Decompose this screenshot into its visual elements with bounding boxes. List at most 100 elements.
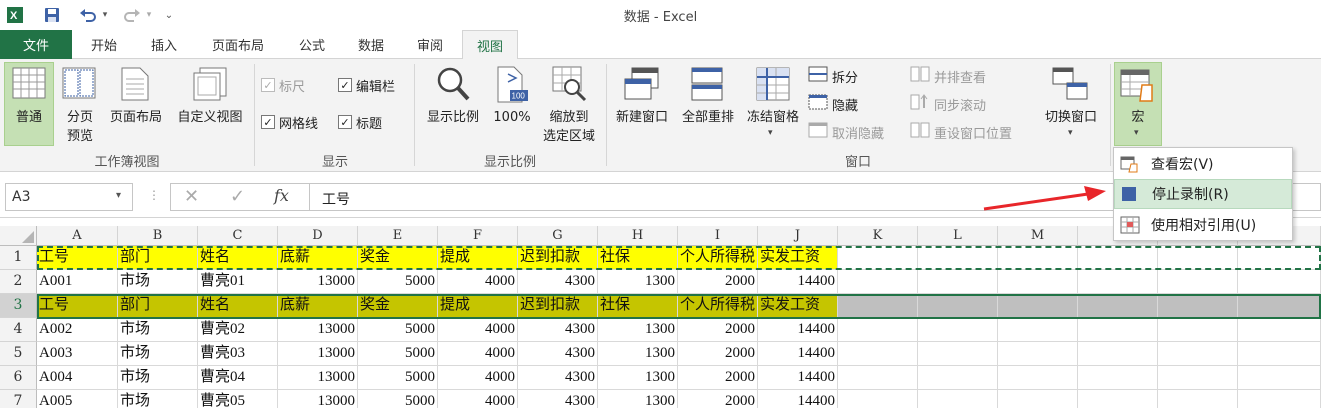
cell[interactable]	[1238, 390, 1321, 408]
cell[interactable]: 工号	[37, 246, 118, 270]
cell[interactable]: 2000	[678, 342, 758, 366]
cell[interactable]	[1078, 294, 1158, 318]
cell[interactable]	[838, 342, 918, 366]
enter-icon[interactable]: ✓	[230, 186, 245, 207]
menu-item-use-relative-references[interactable]: 使用相对引用(U)	[1114, 210, 1292, 240]
menu-item-stop-recording[interactable]: 停止录制(R)	[1114, 179, 1292, 209]
column-header[interactable]: J	[758, 226, 838, 246]
cell[interactable]: 5000	[358, 390, 438, 408]
gridlines-checkbox[interactable]: ✓ 网格线	[261, 111, 318, 133]
unhide-button[interactable]: 取消隐藏	[808, 121, 884, 143]
cell[interactable]: 4300	[518, 318, 598, 342]
row-header[interactable]: 3	[0, 294, 37, 318]
cell[interactable]: 1300	[598, 342, 678, 366]
cell[interactable]: 曹亮03	[198, 342, 278, 366]
cell[interactable]: 5000	[358, 318, 438, 342]
cell[interactable]	[918, 390, 998, 408]
cell[interactable]: 4300	[518, 270, 598, 294]
cell[interactable]	[1078, 390, 1158, 408]
cell[interactable]	[918, 366, 998, 390]
cell[interactable]: 4300	[518, 390, 598, 408]
cell[interactable]: 市场	[118, 270, 198, 294]
name-box-dropdown-icon[interactable]: ▾	[116, 190, 121, 201]
cell[interactable]	[838, 270, 918, 294]
cell[interactable]: 市场	[118, 342, 198, 366]
column-header[interactable]: A	[37, 226, 118, 246]
cell[interactable]	[1078, 270, 1158, 294]
cell[interactable]: A003	[37, 342, 118, 366]
column-header[interactable]: G	[518, 226, 598, 246]
cell[interactable]	[918, 246, 998, 270]
column-header[interactable]: M	[998, 226, 1078, 246]
cell[interactable]	[1238, 342, 1321, 366]
cell[interactable]: A005	[37, 390, 118, 408]
cell[interactable]: A001	[37, 270, 118, 294]
cell[interactable]: 1300	[598, 270, 678, 294]
cell[interactable]	[998, 366, 1078, 390]
cell[interactable]: 4000	[438, 366, 518, 390]
cell[interactable]: 4000	[438, 270, 518, 294]
row-header[interactable]: 2	[0, 270, 37, 294]
cell[interactable]	[998, 390, 1078, 408]
cell[interactable]: 工号	[37, 294, 118, 318]
headings-checkbox[interactable]: ✓ 标题	[338, 111, 382, 133]
row-header[interactable]: 4	[0, 318, 37, 342]
cell[interactable]	[918, 270, 998, 294]
column-header[interactable]: B	[118, 226, 198, 246]
column-header[interactable]: D	[278, 226, 358, 246]
cell[interactable]: 2000	[678, 366, 758, 390]
split-button[interactable]: 拆分	[808, 65, 858, 87]
cell[interactable]: 13000	[278, 366, 358, 390]
cell[interactable]: 曹亮02	[198, 318, 278, 342]
cell[interactable]: 个人所得税	[678, 294, 758, 318]
cell[interactable]: 14400	[758, 270, 838, 294]
tab-insert[interactable]: 插入	[140, 30, 188, 59]
cell[interactable]: 曹亮05	[198, 390, 278, 408]
cell[interactable]	[998, 270, 1078, 294]
cell[interactable]: A002	[37, 318, 118, 342]
column-header[interactable]: H	[598, 226, 678, 246]
cell[interactable]: 14400	[758, 366, 838, 390]
cell[interactable]	[838, 294, 918, 318]
cell[interactable]	[1238, 246, 1321, 270]
cell[interactable]	[1158, 318, 1238, 342]
cell[interactable]	[998, 294, 1078, 318]
cell[interactable]	[918, 318, 998, 342]
cell[interactable]: 部门	[118, 246, 198, 270]
cell[interactable]: 姓名	[198, 246, 278, 270]
cell[interactable]: 社保	[598, 294, 678, 318]
tab-home[interactable]: 开始	[80, 30, 128, 59]
cell[interactable]	[838, 318, 918, 342]
cell[interactable]: 4000	[438, 318, 518, 342]
name-box[interactable]: A3	[5, 183, 133, 211]
cell[interactable]	[1238, 366, 1321, 390]
cell[interactable]: 提成	[438, 246, 518, 270]
cell[interactable]: 实发工资	[758, 294, 838, 318]
cell[interactable]	[1158, 390, 1238, 408]
cell[interactable]: 13000	[278, 342, 358, 366]
cell[interactable]: 市场	[118, 366, 198, 390]
column-header[interactable]: L	[918, 226, 998, 246]
cell[interactable]: 市场	[118, 390, 198, 408]
cell[interactable]: 1300	[598, 318, 678, 342]
tab-file[interactable]: 文件	[0, 30, 72, 59]
tab-data[interactable]: 数据	[347, 30, 395, 59]
tab-page-layout[interactable]: 页面布局	[200, 30, 276, 59]
insert-function-icon[interactable]: fx	[274, 186, 289, 205]
select-all-button[interactable]	[0, 226, 37, 246]
menu-item-view-macros[interactable]: 查看宏(V)	[1114, 149, 1292, 179]
cancel-icon[interactable]: ✕	[184, 186, 199, 207]
cell[interactable]: 5000	[358, 366, 438, 390]
row-header[interactable]: 1	[0, 246, 37, 270]
cell[interactable]: 14400	[758, 342, 838, 366]
cell[interactable]	[1238, 294, 1321, 318]
tab-formulas[interactable]: 公式	[288, 30, 336, 59]
cell[interactable]	[838, 366, 918, 390]
cell[interactable]: 曹亮04	[198, 366, 278, 390]
row-header[interactable]: 5	[0, 342, 37, 366]
cell[interactable]: 部门	[118, 294, 198, 318]
cell[interactable]	[838, 246, 918, 270]
cell[interactable]	[1238, 318, 1321, 342]
ruler-checkbox[interactable]: ✓ 标尺	[261, 74, 305, 96]
cell[interactable]: 姓名	[198, 294, 278, 318]
